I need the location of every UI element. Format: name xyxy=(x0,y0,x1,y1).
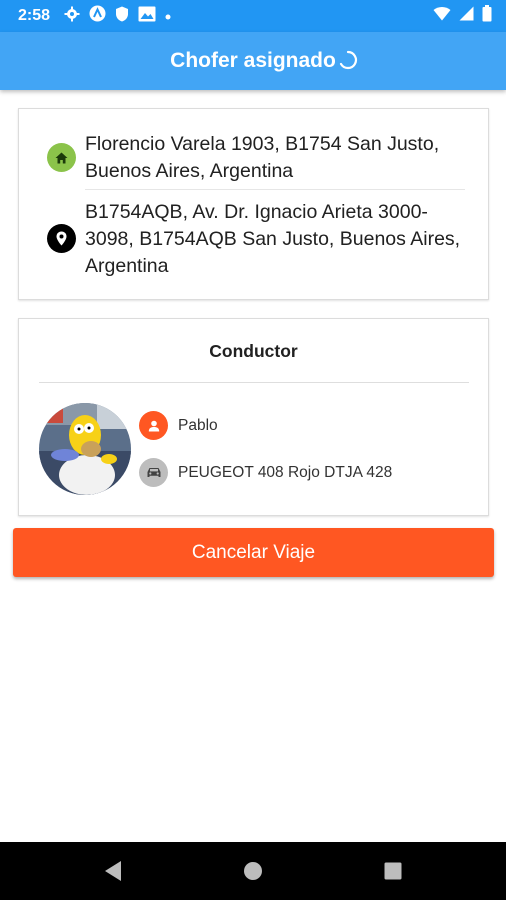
driver-divider xyxy=(39,382,469,383)
loading-spinner-icon xyxy=(338,50,358,70)
driver-name-row: Pablo xyxy=(139,411,218,440)
driver-section-title: Conductor xyxy=(209,341,298,361)
shield-icon xyxy=(115,6,129,27)
person-icon xyxy=(139,411,168,440)
navigation-bar xyxy=(0,842,506,900)
status-bar: 2:58 xyxy=(0,0,506,32)
location-pin-icon xyxy=(47,224,76,253)
status-time: 2:58 xyxy=(18,7,51,24)
car-icon xyxy=(139,458,168,487)
vehicle-row: PEUGEOT 408 Rojo DTJA 428 xyxy=(139,458,392,487)
driver-name: Pablo xyxy=(178,416,218,434)
recents-icon[interactable] xyxy=(378,856,408,886)
vehicle-info: PEUGEOT 408 Rojo DTJA 428 xyxy=(178,463,393,481)
page-title: Chofer asignado xyxy=(170,49,336,72)
app-header: Chofer asignado xyxy=(0,32,506,90)
image-icon xyxy=(138,6,156,27)
avatar xyxy=(39,403,131,495)
home-circle-icon[interactable] xyxy=(238,856,268,886)
home-icon xyxy=(47,143,76,172)
driver-card: Conductor Pablo PEUGEOT 408 Rojo DTJA 42… xyxy=(18,318,489,516)
dot-icon xyxy=(165,7,171,25)
settings-icon xyxy=(64,6,80,27)
signal-icon xyxy=(459,6,474,26)
cancel-trip-button[interactable]: Cancelar Viaje xyxy=(13,528,494,577)
autofill-icon xyxy=(89,5,106,27)
status-icons-left xyxy=(64,5,171,27)
status-icons-right xyxy=(433,5,492,27)
battery-icon xyxy=(482,5,492,27)
route-card: Florencio Varela 1903, B1754 San Justo, … xyxy=(18,108,489,300)
destination-address: B1754AQB, Av. Dr. Ignacio Arieta 3000-30… xyxy=(85,201,461,277)
address-divider xyxy=(85,189,465,190)
back-icon[interactable] xyxy=(98,856,128,886)
wifi-icon xyxy=(433,6,451,26)
origin-address: Florencio Varela 1903, B1754 San Justo, … xyxy=(85,133,440,182)
